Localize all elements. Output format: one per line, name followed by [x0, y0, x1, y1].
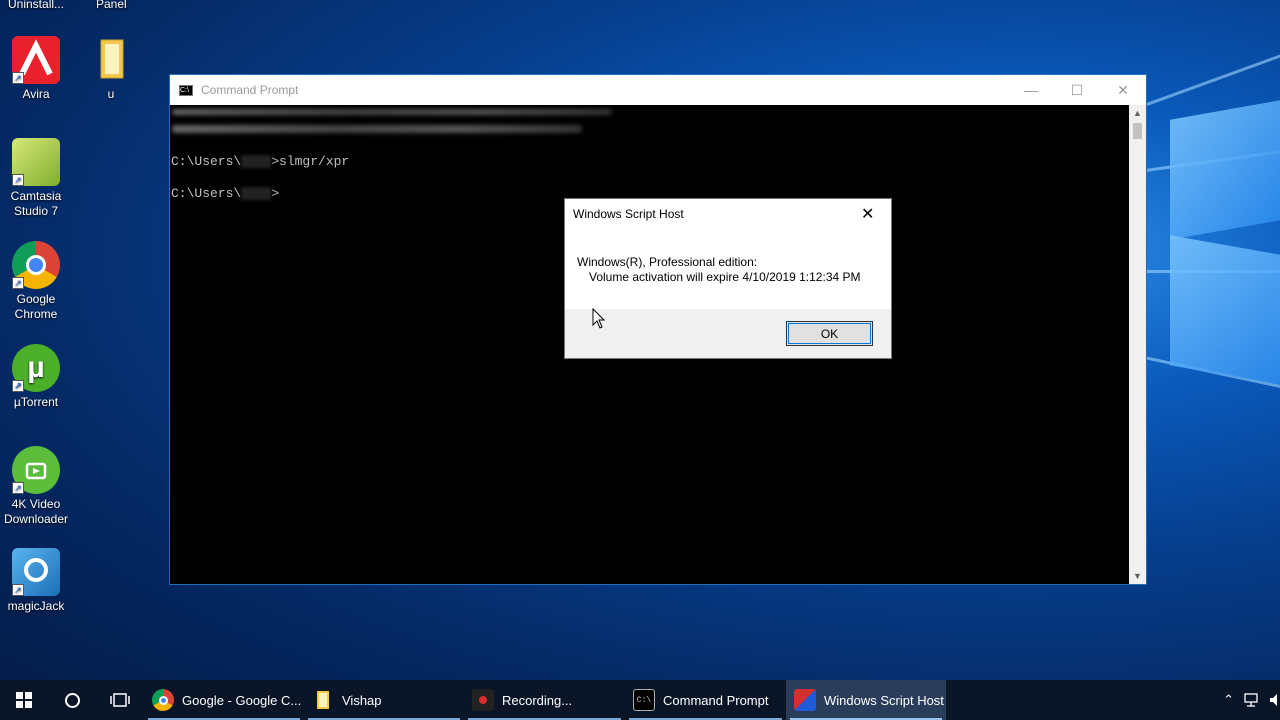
redacted-username	[241, 187, 272, 201]
taskbar-item-label: Recording...	[502, 692, 573, 708]
camtasia-icon: ↗	[12, 138, 60, 186]
chrome-icon: ↗	[12, 241, 60, 289]
desktop-icon-label: magicJack	[7, 599, 65, 613]
desktop-label-control-panel[interactable]: Panel	[96, 0, 127, 11]
dialog-message: Windows(R), Professional edition: Volume…	[565, 228, 891, 309]
taskbar-item-recording[interactable]: Recording...	[464, 680, 625, 720]
cmd-icon: C:\	[633, 689, 655, 711]
chevron-up-icon[interactable]: ⌃	[1223, 692, 1234, 708]
cmd-vertical-scrollbar[interactable]: ▲ ▼	[1129, 105, 1146, 584]
windows-script-host-dialog[interactable]: Windows Script Host ✕ Windows(R), Profes…	[564, 198, 892, 359]
cortana-search-button[interactable]	[48, 680, 96, 720]
scroll-thumb[interactable]	[1133, 123, 1142, 139]
taskbar-item-label: Windows Script Host	[824, 692, 944, 708]
shortcut-arrow-icon: ↗	[12, 174, 24, 186]
desktop-icon-avira[interactable]: ↗ Avira	[0, 36, 72, 102]
minimize-icon: —	[1024, 82, 1038, 98]
taskbar-item-windows-script-host[interactable]: Windows Script Host	[786, 680, 946, 720]
desktop-icon-label: 4K Video Downloader	[3, 497, 69, 526]
utorrent-icon: µ ↗	[12, 344, 60, 392]
dialog-message-line: Volume activation will expire 4/10/2019 …	[589, 270, 861, 284]
folder-icon	[87, 36, 135, 84]
desktop-icon-label: u	[107, 87, 115, 101]
task-view-button[interactable]	[96, 680, 144, 720]
windows-logo-icon	[16, 692, 32, 708]
desktop-icon-magicjack[interactable]: ↗ magicJack	[0, 548, 72, 614]
cortana-icon	[64, 692, 80, 708]
chrome-icon	[152, 689, 174, 711]
speaker-icon[interactable]	[1270, 693, 1280, 707]
ok-button[interactable]: OK	[786, 321, 873, 346]
close-icon: ✕	[861, 205, 875, 223]
maximize-button[interactable]: ☐	[1054, 75, 1100, 105]
desktop-icon-label: Google Chrome	[14, 292, 58, 321]
desktop-icon-camtasia[interactable]: ↗ Camtasia Studio 7	[0, 138, 72, 219]
desktop-icon-utorrent[interactable]: µ ↗ µTorrent	[0, 344, 72, 410]
close-icon: ✕	[1117, 81, 1129, 98]
console-line: C:\Users\ >slmgr/xpr	[171, 154, 350, 169]
taskbar-item-vishap[interactable]: Vishap	[304, 680, 464, 720]
mouse-cursor-icon	[592, 308, 606, 329]
taskbar-item-label: Google - Google C...	[182, 692, 302, 708]
cmd-titlebar[interactable]: C:\ Command Prompt — ☐ ✕	[170, 75, 1146, 105]
redacted-console-line	[172, 109, 612, 115]
4k-video-downloader-icon: ↗	[12, 446, 60, 494]
avira-icon: ↗	[12, 36, 60, 84]
windows-logo-wallpaper	[1130, 52, 1280, 450]
taskbar-item-label: Vishap	[342, 692, 382, 708]
taskbar-item-label: Command Prompt	[663, 692, 769, 708]
redacted-username	[241, 155, 272, 169]
scroll-down-icon[interactable]: ▼	[1129, 568, 1146, 584]
cmd-app-icon: C:\	[179, 84, 193, 96]
desktop-icon-label: Camtasia Studio 7	[10, 189, 62, 218]
folder-icon	[312, 689, 334, 711]
maximize-icon: ☐	[1070, 81, 1084, 98]
shortcut-arrow-icon: ↗	[12, 277, 24, 289]
taskbar-item-chrome[interactable]: Google - Google C...	[144, 680, 304, 720]
scroll-up-icon[interactable]: ▲	[1129, 105, 1146, 121]
start-button[interactable]	[0, 680, 48, 720]
desktop-icon-label: Avira	[22, 87, 50, 101]
network-icon[interactable]	[1244, 693, 1260, 707]
desktop-icon-u-folder[interactable]: u	[75, 36, 147, 102]
taskbar: Google - Google C... Vishap Recording...…	[0, 680, 1280, 720]
script-host-icon	[794, 689, 816, 711]
dialog-message-line: Windows(R), Professional edition:	[577, 255, 758, 269]
minimize-button[interactable]: —	[1008, 75, 1054, 105]
cmd-window-title: Command Prompt	[201, 83, 299, 97]
dialog-close-button[interactable]: ✕	[861, 199, 891, 228]
system-tray: ⌃	[1223, 680, 1280, 720]
dialog-footer: OK	[565, 309, 891, 358]
shortcut-arrow-icon: ↗	[12, 72, 24, 84]
shortcut-arrow-icon: ↗	[12, 482, 24, 494]
dialog-title: Windows Script Host	[573, 206, 684, 221]
desktop-icon-label: µTorrent	[13, 395, 59, 409]
shortcut-arrow-icon: ↗	[12, 380, 24, 392]
recorder-icon	[472, 689, 494, 711]
desktop-label-uninstall[interactable]: Uninstall...	[8, 0, 64, 11]
console-prompt-line: C:\Users\ >	[171, 186, 280, 201]
redacted-console-line	[172, 125, 582, 133]
magicjack-icon: ↗	[12, 548, 60, 596]
desktop-icon-google-chrome[interactable]: ↗ Google Chrome	[0, 241, 72, 322]
taskbar-item-command-prompt[interactable]: C:\ Command Prompt	[625, 680, 786, 720]
desktop-icon-4k-video-downloader[interactable]: ↗ 4K Video Downloader	[0, 446, 72, 527]
dialog-titlebar[interactable]: Windows Script Host ✕	[565, 199, 891, 228]
close-button[interactable]: ✕	[1100, 75, 1146, 105]
shortcut-arrow-icon: ↗	[12, 584, 24, 596]
task-view-icon	[110, 693, 130, 707]
